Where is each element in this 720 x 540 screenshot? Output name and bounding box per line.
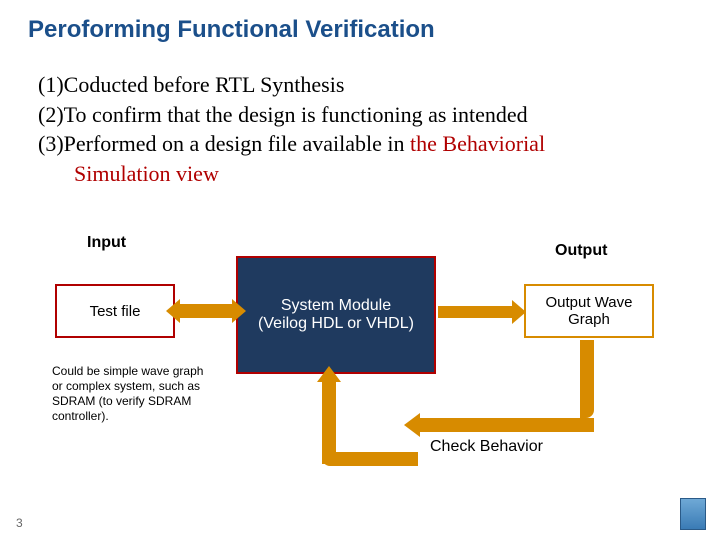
system-module-text: System Module (Veilog HDL or VHDL): [258, 297, 414, 333]
arrow-right-head-icon: [512, 300, 526, 324]
system-module-box: System Module (Veilog HDL or VHDL): [236, 256, 436, 374]
output-label: Output: [555, 242, 607, 260]
arrow-output-down: [580, 340, 594, 418]
bullet-3-text: (3)Performed on a design file available …: [38, 131, 410, 156]
page-number: 3: [16, 516, 23, 530]
output-wave-text: Output Wave Graph: [526, 294, 652, 328]
arrow-right-head-icon: [232, 299, 246, 323]
test-file-box: Test file: [55, 284, 175, 338]
bullet-1: (1)Coducted before RTL Synthesis: [38, 70, 545, 100]
arrow-sys-to-output: [438, 306, 514, 318]
arrow-check-to-sys-h: [322, 452, 418, 466]
arrow-check-horizontal: [418, 418, 594, 432]
arrow-bidirectional: [178, 304, 234, 318]
arrow-left-head-icon: [404, 413, 420, 437]
bullet-3: (3)Performed on a design file available …: [38, 129, 545, 188]
test-file-caption: Could be simple wave graph or complex sy…: [52, 364, 207, 424]
arrow-up-head-icon: [317, 366, 341, 382]
arrow-left-head-icon: [166, 299, 180, 323]
bullet-list: (1)Coducted before RTL Synthesis (2)To c…: [38, 70, 545, 189]
footer-logo-icon: [680, 498, 706, 530]
input-label: Input: [87, 234, 126, 252]
check-behavior-label: Check Behavior: [430, 438, 543, 456]
bullet-3-highlight-a: the Behaviorial: [410, 131, 545, 156]
arrow-check-to-sys-v: [322, 380, 336, 464]
page-title: Peroforming Functional Verification: [28, 16, 435, 44]
output-wave-box: Output Wave Graph: [524, 284, 654, 338]
bullet-2: (2)To confirm that the design is functio…: [38, 100, 545, 130]
slide: Peroforming Functional Verification (1)C…: [0, 0, 720, 540]
bullet-3-highlight-b: Simulation view: [74, 159, 219, 189]
